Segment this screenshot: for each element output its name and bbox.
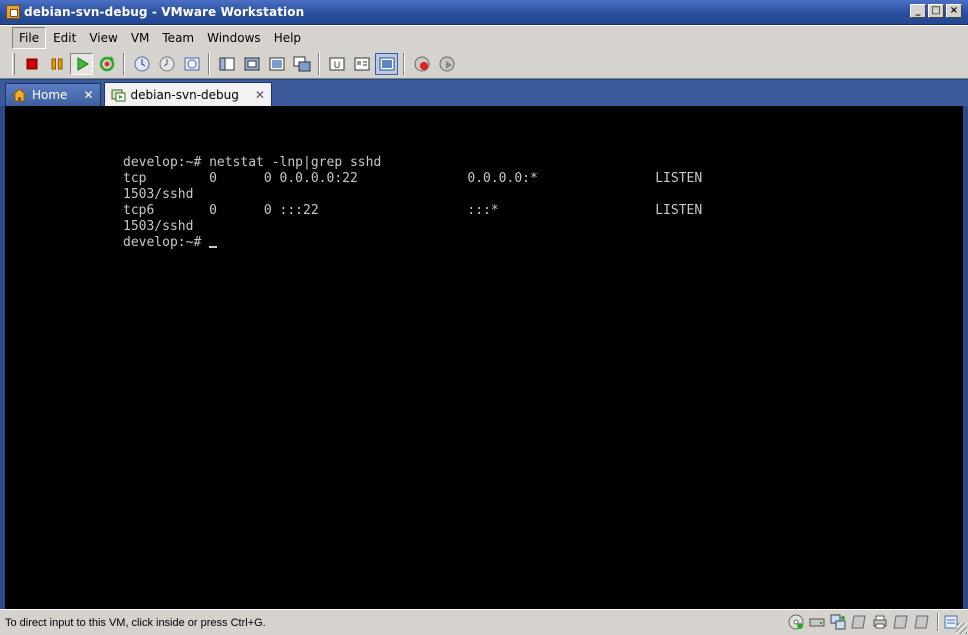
revert-snapshot-button[interactable]: [155, 53, 178, 75]
summary-view-icon: [379, 57, 394, 70]
menu-windows[interactable]: Windows: [201, 28, 267, 48]
reset-button[interactable]: [95, 53, 118, 75]
menu-help[interactable]: Help: [268, 28, 307, 48]
floppy-icon[interactable]: [850, 613, 868, 631]
console-view-button[interactable]: [350, 53, 373, 75]
resize-grip[interactable]: [956, 623, 967, 634]
vmware-app-icon[interactable]: [6, 5, 20, 19]
minimize-button[interactable]: _: [910, 4, 926, 18]
snapshot-manager-icon: [184, 57, 199, 70]
terminal-line: tcp6 0 0 :::22 :::* LISTEN: [123, 203, 703, 218]
vm-icon: [111, 89, 125, 101]
close-icon[interactable]: ✕: [255, 89, 265, 101]
sound-icon[interactable]: [913, 613, 931, 631]
menu-team[interactable]: Team: [156, 28, 200, 48]
menu-view[interactable]: View: [83, 28, 123, 48]
window-title: debian-svn-debug - VMware Workstation: [24, 5, 305, 19]
terminal-prompt: develop:~#: [123, 235, 210, 250]
usb-icon[interactable]: [892, 613, 910, 631]
window-controls: _ □ ×: [908, 4, 962, 18]
menu-edit[interactable]: Edit: [47, 28, 82, 48]
fit-window-icon: [269, 57, 284, 70]
network-adapter-icon[interactable]: [829, 613, 847, 631]
menu-vm[interactable]: VM: [125, 28, 156, 48]
terminal-line: tcp 0 0 0.0.0.0:22 0.0.0.0:* LISTEN: [123, 171, 703, 186]
toolbar: U: [0, 49, 968, 79]
vm-console[interactable]: develop:~# netstat -lnp|grep sshd tcp 0 0…: [5, 106, 963, 609]
tab-home[interactable]: Home ✕: [5, 83, 101, 106]
revert-snapshot-icon: [159, 56, 174, 71]
power-off-button[interactable]: [20, 53, 43, 75]
reset-icon: [99, 55, 114, 71]
unity-icon: U: [329, 57, 344, 71]
tab-label: Home: [32, 88, 68, 102]
replay-icon: [439, 56, 454, 71]
record-icon: [414, 56, 429, 71]
power-on-button[interactable]: [70, 52, 93, 75]
toolbar-grip[interactable]: [12, 52, 15, 75]
record-button[interactable]: [410, 53, 433, 75]
quick-switch-icon: [244, 57, 259, 70]
power-on-icon: [77, 56, 89, 71]
device-icons: [784, 613, 960, 631]
status-message: To direct input to this VM, click inside…: [5, 616, 266, 629]
terminal-line: 1503/sshd: [123, 219, 194, 234]
fit-window-button[interactable]: [265, 53, 288, 75]
cdrom-icon[interactable]: [787, 613, 805, 631]
close-button[interactable]: ×: [946, 4, 962, 18]
menu-file[interactable]: File: [12, 26, 47, 49]
suspend-button[interactable]: [45, 53, 68, 75]
tab-debian-svn-debug[interactable]: debian-svn-debug ✕: [103, 82, 272, 106]
toolbar-separator: [208, 52, 210, 75]
toolbar-separator: [403, 52, 405, 75]
toolbar-separator: [123, 52, 125, 75]
menu-bar: File Edit View VM Team Windows Help: [0, 25, 968, 49]
summary-view-button[interactable]: [375, 52, 398, 75]
svg-text:U: U: [333, 61, 340, 71]
full-screen-button[interactable]: [290, 53, 313, 75]
suspend-icon: [51, 58, 62, 69]
tab-strip: Home ✕ debian-svn-debug ✕: [0, 80, 968, 106]
terminal-prompt-line: develop:~#: [123, 235, 702, 251]
take-snapshot-button[interactable]: [130, 53, 153, 75]
quick-switch-button[interactable]: [240, 53, 263, 75]
home-icon: [12, 88, 27, 102]
toolbar-separator: [318, 52, 320, 75]
hard-disk-icon[interactable]: [808, 613, 826, 631]
status-bar: To direct input to this VM, click inside…: [0, 609, 968, 635]
terminal-line: develop:~# netstat -lnp|grep sshd: [123, 155, 382, 170]
snapshot-icon: [134, 56, 149, 71]
snapshot-manager-button[interactable]: [180, 53, 203, 75]
title-bar[interactable]: debian-svn-debug - VMware Workstation _ …: [0, 0, 968, 25]
replay-button[interactable]: [435, 53, 458, 75]
printer-icon[interactable]: [871, 613, 889, 631]
power-off-icon: [26, 58, 37, 69]
status-separator: [937, 613, 939, 631]
sidebar-button[interactable]: [215, 53, 238, 75]
close-icon[interactable]: ✕: [83, 89, 93, 101]
console-view-icon: [354, 57, 369, 70]
sidebar-icon: [219, 57, 234, 70]
full-screen-icon: [293, 56, 310, 71]
unity-button[interactable]: U: [325, 53, 348, 75]
terminal-line: 1503/sshd: [123, 187, 194, 202]
terminal-cursor: [209, 246, 218, 248]
maximize-button[interactable]: □: [928, 4, 944, 18]
tab-label: debian-svn-debug: [130, 87, 239, 102]
terminal-output: develop:~# netstat -lnp|grep sshd tcp 0 0…: [123, 155, 702, 251]
